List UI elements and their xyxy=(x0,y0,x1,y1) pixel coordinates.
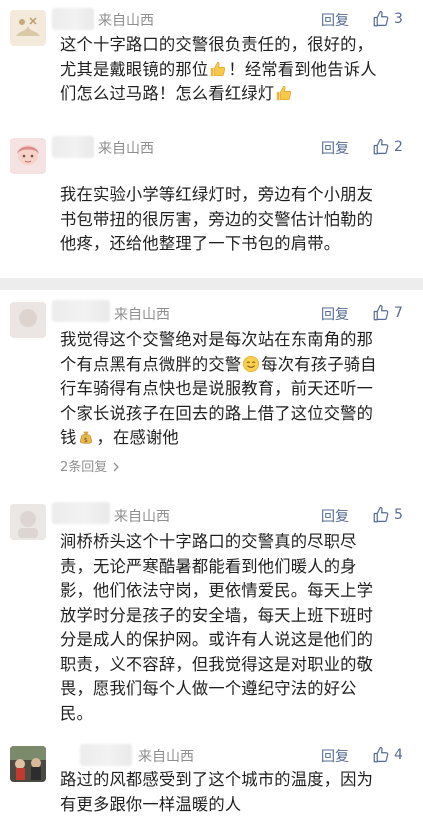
like-button[interactable]: 4 xyxy=(372,744,403,766)
comment-line: 涧桥桥头这个十字路口的交警真的尽职尽 xyxy=(60,532,357,551)
thumbs-up-outline-icon xyxy=(373,304,389,321)
comment-line: 我觉得这个交警绝对是每次站在东南角的那 xyxy=(60,330,374,349)
username-blurred[interactable] xyxy=(52,136,94,158)
thumbs-up-outline-icon xyxy=(373,138,389,155)
comment-text: 这个十字路口的交警很负责任的，很好的， 尤其是戴眼镜的那位 ！经常看到他告诉人 们… xyxy=(60,33,408,107)
reply-button[interactable]: 回复 xyxy=(321,10,349,30)
thumbs-up-outline-icon xyxy=(373,10,389,27)
comment-line: 责，无论严寒酷暑都能看到他们暖人的身 xyxy=(60,556,357,576)
reply-button[interactable]: 回复 xyxy=(321,746,349,766)
thumbs-up-emoji-icon xyxy=(277,85,292,101)
money-bag-emoji-icon: $ xyxy=(80,431,93,444)
comment-group-1: 来自山西 回复 3 这个十字路口的交警很负责任的，很好的， 尤其是戴眼镜的那位 ！… xyxy=(0,0,423,278)
username-blurred[interactable] xyxy=(52,502,110,524)
like-button[interactable]: 2 xyxy=(372,136,403,158)
location-label: 来自山西 xyxy=(114,509,170,525)
comment-line: 尤其是戴眼镜的那位 xyxy=(60,59,209,79)
reply-button[interactable]: 回复 xyxy=(321,304,349,324)
like-count: 3 xyxy=(394,11,403,27)
comment-line: 行车骑得有点快也是说服教育，前天还听一 xyxy=(60,379,374,398)
like-count: 4 xyxy=(394,747,403,763)
comment-line: 这个十字路口的交警很负责任的，很好的， xyxy=(60,35,374,54)
comment-line: 每次有孩子骑自 xyxy=(261,354,377,374)
location-label: 来自山西 xyxy=(98,13,154,29)
comment-line: 个有点黑有点微胖的交警 xyxy=(60,354,242,374)
comment-group-2: 来自山西 回复 7 我觉得这个交警绝对是每次站在东南角的那 个有点黑有点微胖的交… xyxy=(0,290,423,826)
username-blurred[interactable] xyxy=(80,744,132,766)
comment-line: 书包带扭的很厉害，旁边的交警估计怕勒的 xyxy=(60,209,374,229)
like-button[interactable]: 3 xyxy=(372,8,403,30)
comment-text: 我觉得这个交警绝对是每次站在东南角的那 个有点黑有点微胖的交警 每次有孩子骑自 行… xyxy=(60,328,408,451)
comment-line: 职责，义不容辞，但我觉得这是对职业的敬 xyxy=(60,654,374,674)
comment-item-2: 来自山西 回复 2 我在实验小学等红绿灯时，旁边有个小朋友 书包带扭的很厉害，旁… xyxy=(0,128,423,278)
like-count: 5 xyxy=(394,507,403,523)
avatar[interactable] xyxy=(10,504,46,540)
section-divider xyxy=(0,278,423,290)
avatar[interactable] xyxy=(10,10,46,46)
location-label: 来自山西 xyxy=(138,749,194,765)
avatar[interactable] xyxy=(10,138,46,174)
avatar[interactable] xyxy=(10,746,46,782)
comment-text: 我在实验小学等红绿灯时，旁边有个小朋友 书包带扭的很厉害，旁边的交警估计怕勒的 … xyxy=(60,183,408,257)
location-label: 来自山西 xyxy=(98,141,154,157)
like-count: 7 xyxy=(394,305,403,321)
comment-item-4: 来自山西 回复 5 涧桥桥头这个十字路口的交警真的尽职尽 责，无论严寒酷暑都能看… xyxy=(0,492,423,732)
comment-line: 畏，愿我们每个人做一个遵纪守法的好公 xyxy=(60,679,357,698)
comment-line: 影，他们依法守岗，更依情爱民。每天上学 xyxy=(60,581,374,600)
comment-line: 路过的风都感受到了这个城市的温度，因为 xyxy=(60,770,374,789)
comment-text: 路过的风都感受到了这个城市的温度，因为 有更多跟你一样温暖的人 xyxy=(60,768,408,817)
thumbs-up-outline-icon xyxy=(373,506,389,523)
thumbs-up-outline-icon xyxy=(373,746,389,763)
comment-line: 我在实验小学等红绿灯时，旁边有个小朋友 xyxy=(60,185,374,204)
comment-line: 个家长说孩子在回去的路上借了这位交警的 xyxy=(60,403,374,423)
replies-count-label: 2条回复 xyxy=(60,460,108,475)
location-label: 来自山西 xyxy=(114,307,170,323)
smile-emoji-icon xyxy=(243,355,260,372)
username-blurred[interactable] xyxy=(52,300,110,322)
comment-line: 民。 xyxy=(60,703,93,723)
reply-button[interactable]: 回复 xyxy=(321,138,349,158)
comment-line: 他疼，还给他整理了一下书包的肩带。 xyxy=(60,234,341,253)
comment-item-1: 来自山西 回复 3 这个十字路口的交警很负责任的，很好的， 尤其是戴眼镜的那位 ！… xyxy=(0,0,423,128)
view-replies-link[interactable]: 2条回复 xyxy=(60,456,120,475)
comment-line: 们怎么过马路！怎么看红绿灯 xyxy=(60,84,275,103)
comment-line: 钱 xyxy=(60,428,77,447)
comment-line: ！经常看到他告诉人 xyxy=(228,59,377,79)
like-button[interactable]: 5 xyxy=(372,504,403,526)
comment-line: 有更多跟你一样温暖的人 xyxy=(60,794,242,814)
comment-line: ，在感谢他 xyxy=(96,428,179,447)
chevron-right-icon xyxy=(113,462,120,472)
comment-item-3: 来自山西 回复 7 我觉得这个交警绝对是每次站在东南角的那 个有点黑有点微胖的交… xyxy=(0,290,423,484)
reply-button[interactable]: 回复 xyxy=(321,506,349,526)
comment-item-5: 来自山西 回复 4 路过的风都感受到了这个城市的温度，因为 有更多跟你一样温暖的… xyxy=(0,736,423,826)
thumbs-up-emoji-icon xyxy=(211,61,226,76)
avatar[interactable] xyxy=(10,302,46,338)
username-blurred[interactable] xyxy=(52,8,94,30)
svg-text:$: $ xyxy=(84,437,88,444)
comment-line: 放学时分是孩子的安全墙，每天上班下班时 xyxy=(60,605,374,625)
like-button[interactable]: 7 xyxy=(372,302,403,324)
comment-line: 分是成人的保护网。或许有人说这是他们的 xyxy=(60,630,374,649)
like-count: 2 xyxy=(394,139,403,155)
comment-text: 涧桥桥头这个十字路口的交警真的尽职尽 责，无论严寒酷暑都能看到他们暖人的身 影，… xyxy=(60,530,408,726)
